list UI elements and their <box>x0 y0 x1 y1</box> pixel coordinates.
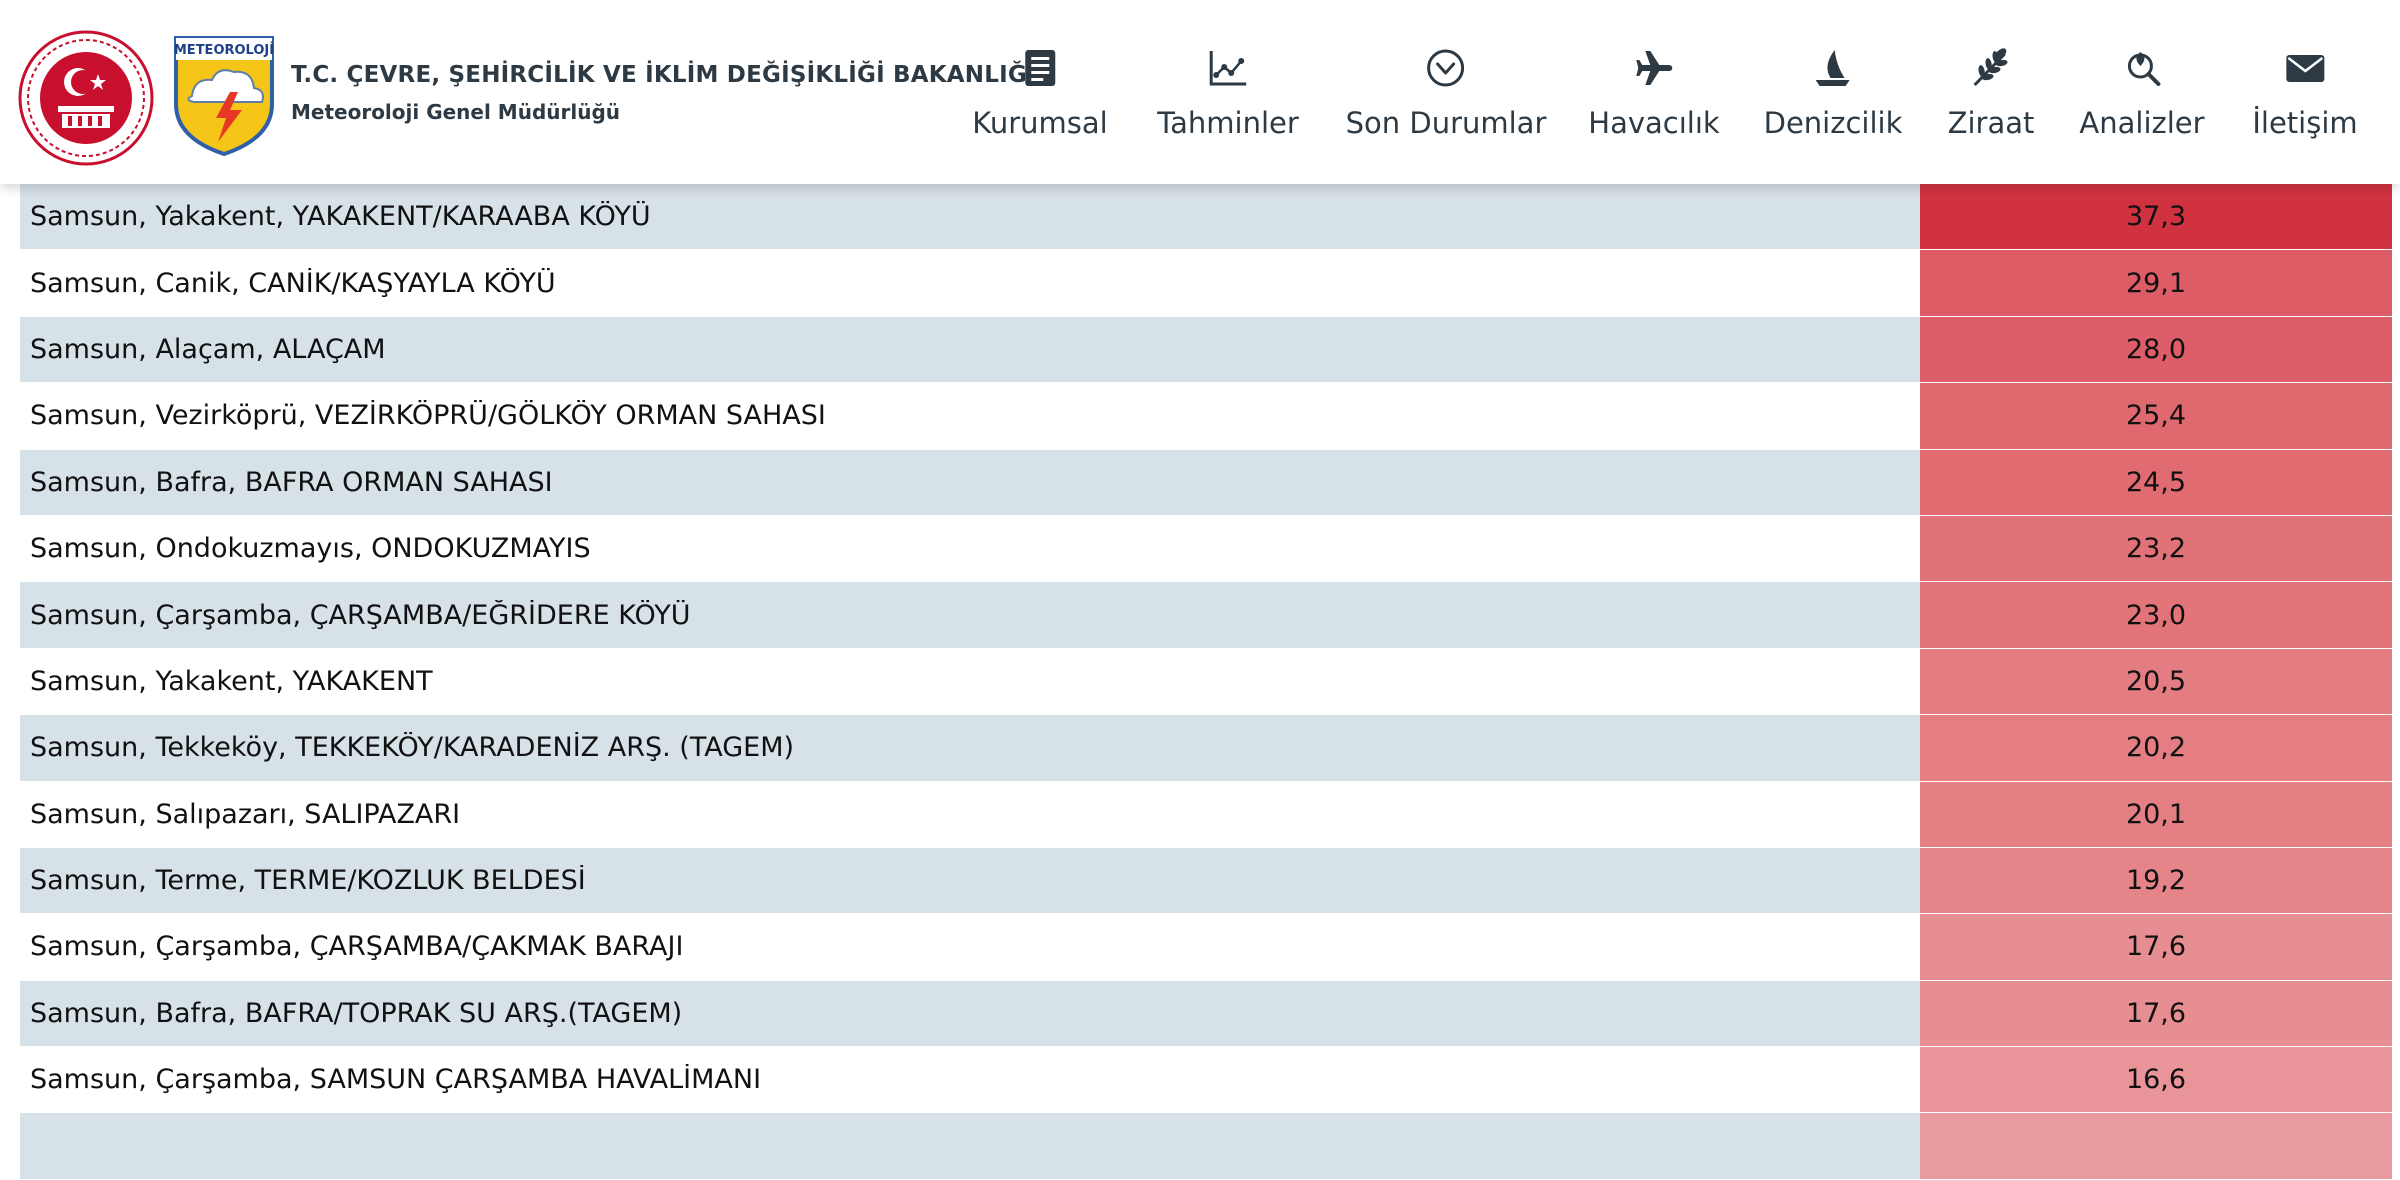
nav-label: Denizcilik <box>1763 106 1903 140</box>
nav-label: Kurumsal <box>972 106 1108 140</box>
value-cell: 16,6 <box>1920 1047 2392 1113</box>
nav-item-iletisim[interactable]: İletişim <box>2252 0 2358 184</box>
location-cell: Samsun, Canik, CANİK/KAŞYAYLA KÖYÜ <box>30 267 556 299</box>
ministry-seal-logo[interactable] <box>18 30 154 166</box>
table-row: Samsun, Alaçam, ALAÇAM 28,0 <box>20 316 2392 384</box>
nav-item-son-durumlar[interactable]: Son Durumlar <box>1345 0 1547 184</box>
table-row: Samsun, Bafra, BAFRA/TOPRAK SU ARŞ.(TAGE… <box>20 980 2392 1048</box>
sailboat-icon <box>1813 48 1853 88</box>
nav-label: Ziraat <box>1947 106 2035 140</box>
search-leaf-icon <box>2122 48 2162 88</box>
location-cell: Samsun, Çarşamba, SAMSUN ÇARŞAMBA HAVALİ… <box>30 1064 762 1096</box>
nav-item-analizler[interactable]: Analizler <box>2079 0 2205 184</box>
logo-wordmark: METEOROLOJİ <box>174 42 274 58</box>
table-row <box>20 1113 2392 1180</box>
nav-label: Tahminler <box>1157 106 1299 140</box>
value-cell <box>1920 1113 2392 1179</box>
location-cell: Samsun, Ondokuzmayıs, ONDOKUZMAYIS <box>30 533 591 565</box>
location-cell: Samsun, Bafra, BAFRA/TOPRAK SU ARŞ.(TAGE… <box>30 997 683 1029</box>
directorate-name: Meteoroloji Genel Müdürlüğü <box>291 100 621 124</box>
value-cell: 19,2 <box>1920 847 2392 914</box>
envelope-icon <box>2285 48 2325 88</box>
table-row: Samsun, Çarşamba, ÇARŞAMBA/ÇAKMAK BARAJI… <box>20 914 2392 981</box>
meteoroloji-logo[interactable]: METEOROLOJİ <box>172 34 276 158</box>
value-cell: 20,2 <box>1920 715 2392 781</box>
table-row: Samsun, Çarşamba, SAMSUN ÇARŞAMBA HAVALİ… <box>20 1047 2392 1114</box>
circle-chevron-icon <box>1426 48 1466 88</box>
location-cell: Samsun, Terme, TERME/KOZLUK BELDESİ <box>30 865 586 897</box>
location-cell: Samsun, Çarşamba, ÇARŞAMBA/EĞRİDERE KÖYÜ <box>30 599 691 631</box>
nav-item-denizcilik[interactable]: Denizcilik <box>1763 0 1903 184</box>
site-header: METEOROLOJİ T.C. ÇEVRE, ŞEHİRCİLİK VE İK… <box>0 0 2400 184</box>
station-values-table: Samsun, Yakakent, YAKAKENT/KARAABA KÖYÜ 3… <box>20 184 2392 1180</box>
nav-label: Son Durumlar <box>1345 106 1547 140</box>
nav-item-ziraat[interactable]: Ziraat <box>1947 0 2035 184</box>
table-row: Samsun, Bafra, BAFRA ORMAN SAHASI 24,5 <box>20 449 2392 516</box>
location-cell: Samsun, Vezirköprü, VEZİRKÖPRÜ/GÖLKÖY OR… <box>30 400 826 432</box>
table-row: Samsun, Canik, CANİK/KAŞYAYLA KÖYÜ 29,1 <box>20 250 2392 317</box>
document-icon <box>1020 48 1060 88</box>
location-cell: Samsun, Bafra, BAFRA ORMAN SAHASI <box>30 466 553 498</box>
table-row: Samsun, Çarşamba, ÇARŞAMBA/EĞRİDERE KÖYÜ… <box>20 582 2392 649</box>
location-cell: Samsun, Yakakent, YAKAKENT <box>30 665 433 697</box>
value-cell: 23,2 <box>1920 515 2392 582</box>
location-cell: Samsun, Salıpazarı, SALIPAZARI <box>30 798 461 830</box>
site-titles: T.C. ÇEVRE, ŞEHİRCİLİK VE İKLİM DEĞİŞİKL… <box>291 62 1036 124</box>
value-cell: 17,6 <box>1920 914 2392 980</box>
nav-item-kurumsal[interactable]: Kurumsal <box>972 0 1108 184</box>
table-row: Samsun, Yakakent, YAKAKENT 20,5 <box>20 648 2392 716</box>
table-row: Samsun, Vezirköprü, VEZİRKÖPRÜ/GÖLKÖY OR… <box>20 383 2392 450</box>
value-cell: 37,3 <box>1920 184 2392 250</box>
value-cell: 20,1 <box>1920 781 2392 847</box>
value-cell: 25,4 <box>1920 383 2392 449</box>
value-cell: 17,6 <box>1920 980 2392 1047</box>
value-cell: 24,5 <box>1920 449 2392 515</box>
value-cell: 23,0 <box>1920 582 2392 648</box>
chart-icon <box>1208 48 1248 88</box>
value-cell: 28,0 <box>1920 316 2392 383</box>
nav-item-havacilik[interactable]: Havacılık <box>1588 0 1720 184</box>
location-cell: Samsun, Tekkeköy, TEKKEKÖY/KARADENİZ ARŞ… <box>30 732 795 764</box>
table-row: Samsun, Salıpazarı, SALIPAZARI 20,1 <box>20 781 2392 848</box>
table-row: Samsun, Terme, TERME/KOZLUK BELDESİ 19,2 <box>20 847 2392 915</box>
location-cell: Samsun, Alaçam, ALAÇAM <box>30 333 386 365</box>
nav-label: Analizler <box>2079 106 2205 140</box>
nav-item-tahminler[interactable]: Tahminler <box>1157 0 1299 184</box>
nav-label: İletişim <box>2252 106 2358 140</box>
location-cell: Samsun, Çarşamba, ÇARŞAMBA/ÇAKMAK BARAJI <box>30 931 684 963</box>
wheat-icon <box>1971 48 2011 88</box>
airplane-icon <box>1634 48 1674 88</box>
table-row: Samsun, Tekkeköy, TEKKEKÖY/KARADENİZ ARŞ… <box>20 715 2392 782</box>
table-row: Samsun, Ondokuzmayıs, ONDOKUZMAYIS 23,2 <box>20 515 2392 583</box>
nav-label: Havacılık <box>1588 106 1720 140</box>
value-cell: 20,5 <box>1920 648 2392 715</box>
table-row: Samsun, Yakakent, YAKAKENT/KARAABA KÖYÜ 3… <box>20 184 2392 251</box>
ministry-name: T.C. ÇEVRE, ŞEHİRCİLİK VE İKLİM DEĞİŞİKL… <box>291 62 1036 88</box>
value-cell: 29,1 <box>1920 250 2392 316</box>
location-cell: Samsun, Yakakent, YAKAKENT/KARAABA KÖYÜ <box>30 201 651 233</box>
